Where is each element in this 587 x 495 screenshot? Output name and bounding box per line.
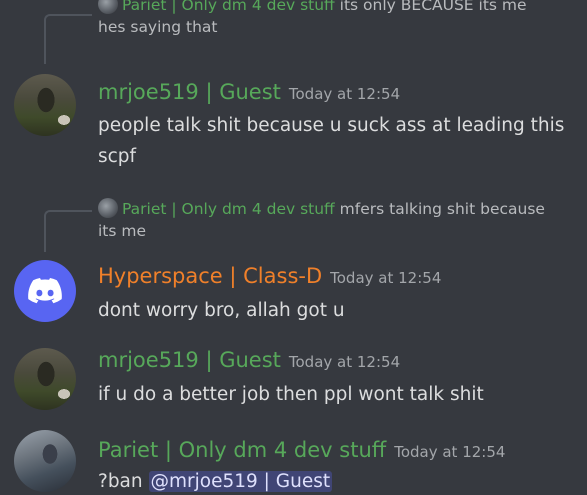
reply-author: Pariet | Only dm 4 dev stuff — [122, 0, 335, 14]
message-text-line: people talk shit because u suck ass at l… — [98, 115, 565, 136]
message-text-line: scpf — [98, 146, 137, 167]
timestamp: Today at 12:54 — [330, 269, 442, 287]
reply-text-cont: hes saying that — [98, 18, 218, 36]
author-name[interactable]: Hyperspace | Class-D — [98, 264, 322, 288]
author-name[interactable]: mrjoe519 | Guest — [98, 80, 281, 104]
message-text: ?ban @mrjoe519 | Guest — [98, 466, 578, 495]
author-name[interactable]: Pariet | Only dm 4 dev stuff — [98, 438, 386, 462]
timestamp: Today at 12:54 — [288, 85, 401, 103]
reply-preview[interactable]: Pariet | Only dm 4 dev stuff its only BE… — [98, 0, 578, 38]
reply-avatar — [98, 198, 118, 218]
user-mention[interactable]: @mrjoe519 | Guest — [148, 471, 333, 492]
avatar[interactable] — [14, 348, 76, 410]
reply-connector — [44, 14, 92, 64]
reply-text-cont: its me — [98, 222, 147, 240]
timestamp: Today at 12:54 — [288, 353, 401, 371]
message-text: if u do a better job then ppl wont talk … — [98, 384, 484, 405]
avatar[interactable] — [14, 430, 76, 492]
timestamp: Today at 12:54 — [394, 443, 506, 461]
message-text: people talk shit because u suck ass at l… — [98, 110, 578, 172]
author-name[interactable]: mrjoe519 | Guest — [98, 348, 281, 372]
avatar[interactable] — [14, 74, 76, 136]
message-text: dont worry bro, allah got u — [98, 300, 345, 321]
reply-text: its only BECAUSE its me — [339, 0, 527, 14]
reply-preview[interactable]: Pariet | Only dm 4 dev stuff mfers talki… — [98, 198, 587, 242]
discord-icon — [28, 278, 62, 304]
reply-connector — [44, 210, 92, 252]
command-text: ?ban — [98, 471, 143, 492]
avatar[interactable] — [14, 260, 76, 322]
reply-avatar — [98, 0, 118, 14]
reply-text: mfers talking shit because — [339, 200, 545, 218]
reply-author: Pariet | Only dm 4 dev stuff — [122, 200, 335, 218]
